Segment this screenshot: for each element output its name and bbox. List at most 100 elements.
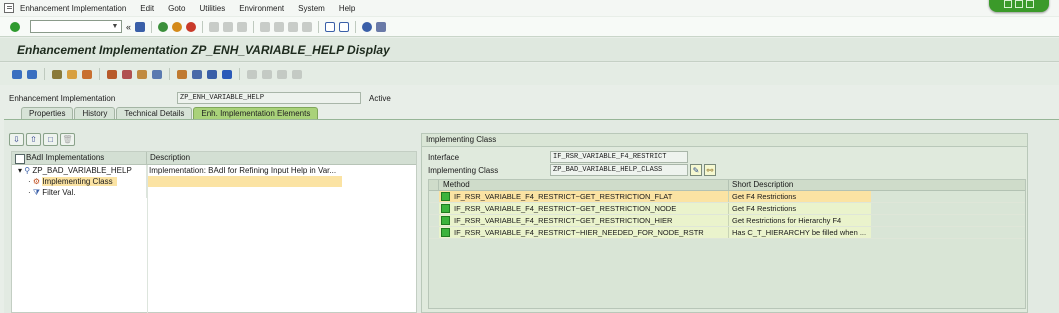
table-row[interactable]: IF_RSR_VARIABLE_F4_RESTRICT~GET_RESTRICT… xyxy=(429,191,1025,203)
exit-icon[interactable] xyxy=(172,21,183,32)
badi-implementations-tree: BAdI Implementations Description ▾ ⚲ ZP_… xyxy=(11,151,417,313)
undo-icon[interactable] xyxy=(292,69,302,79)
method-cell: IF_RSR_VARIABLE_F4_RESTRICT~GET_RESTRICT… xyxy=(439,191,729,202)
tab-enh-implementation-elements[interactable]: Enh. Implementation Elements xyxy=(193,107,319,119)
implementing-class-panel: Implementing Class Interface IF_RSR_VARI… xyxy=(421,133,1028,313)
find-next-icon[interactable] xyxy=(237,21,248,32)
save-icon[interactable] xyxy=(135,21,146,32)
other-object-icon[interactable] xyxy=(82,69,92,79)
method-cell: IF_RSR_VARIABLE_F4_RESTRICT~GET_RESTRICT… xyxy=(439,203,729,214)
object-list-icon[interactable] xyxy=(152,69,162,79)
tree-header: BAdI Implementations Description xyxy=(12,152,416,165)
tree-node-label: Implementing Class xyxy=(42,177,117,186)
row-selector[interactable] xyxy=(429,191,439,202)
implemented-status-icon xyxy=(441,228,450,237)
print-icon[interactable] xyxy=(209,21,220,32)
display-object-list-icon[interactable] xyxy=(207,69,217,79)
find-icon[interactable] xyxy=(223,21,234,32)
table-row[interactable]: IF_RSR_VARIABLE_F4_RESTRICT~GET_RESTRICT… xyxy=(429,215,1025,227)
tree-node-badi: ▾ ⚲ ZP_BAD_VARIABLE_HELP xyxy=(12,165,147,176)
row-selector[interactable] xyxy=(429,203,439,214)
menu-help[interactable]: Help xyxy=(339,4,355,13)
maximize-icon[interactable] xyxy=(1015,0,1023,8)
shortcut-icon[interactable] xyxy=(339,21,350,32)
tab-technical-details[interactable]: Technical Details xyxy=(116,107,193,119)
method-name[interactable]: IF_RSR_VARIABLE_F4_RESTRICT~GET_RESTRICT… xyxy=(454,191,672,202)
check-icon[interactable] xyxy=(107,69,117,79)
menu-utilities[interactable]: Utilities xyxy=(199,4,225,13)
implementing-class-label: Implementing Class xyxy=(428,165,499,175)
tree-column-description[interactable]: Description xyxy=(147,152,416,164)
menu-exit-icon[interactable] xyxy=(4,3,14,13)
chevron-down-icon[interactable]: ▼ xyxy=(110,22,120,31)
display-glasses-icon[interactable]: ⚯ xyxy=(704,164,716,176)
menu-system[interactable]: System xyxy=(298,4,325,13)
hierarchy-icon[interactable] xyxy=(177,69,187,79)
command-field[interactable]: ▼ xyxy=(30,20,122,33)
help-icon[interactable] xyxy=(362,21,373,32)
tree-row-badi[interactable]: ▾ ⚲ ZP_BAD_VARIABLE_HELP Implementation:… xyxy=(12,165,416,176)
tree-node-description xyxy=(147,176,342,187)
next-page-icon[interactable] xyxy=(288,21,299,32)
window-controls xyxy=(989,0,1049,12)
collapse-icon[interactable]: « xyxy=(126,22,131,32)
row-selector[interactable] xyxy=(429,215,439,226)
cut-icon[interactable] xyxy=(247,69,257,79)
expanded-node-icon[interactable]: ▾ xyxy=(18,166,22,175)
previous-page-icon[interactable] xyxy=(274,21,285,32)
active-inactive-icon[interactable] xyxy=(67,69,77,79)
enter-icon[interactable] xyxy=(10,21,20,32)
customize-layout-icon[interactable] xyxy=(376,21,387,32)
delete-button[interactable]: 🗑 xyxy=(60,133,75,146)
menu-edit[interactable]: Edit xyxy=(140,4,154,13)
back-icon[interactable] xyxy=(158,21,169,32)
close-icon[interactable] xyxy=(1026,0,1034,8)
method-name[interactable]: IF_RSR_VARIABLE_F4_RESTRICT~HIER_NEEDED_… xyxy=(454,227,704,238)
first-page-icon[interactable] xyxy=(260,21,271,32)
activate-icon[interactable] xyxy=(122,69,132,79)
row-selector[interactable] xyxy=(429,227,439,238)
tree-node-filter-val: · ⧩ Filter Val. xyxy=(12,187,147,198)
create-button[interactable]: □ xyxy=(43,133,58,146)
back-arrow-icon[interactable] xyxy=(12,69,22,79)
page-title: Enhancement Implementation ZP_ENH_VARIAB… xyxy=(17,42,390,57)
information-icon[interactable] xyxy=(222,69,232,79)
navigation-window-icon[interactable] xyxy=(192,69,202,79)
menu-enhancement-implementation[interactable]: Enhancement Implementation xyxy=(20,4,126,13)
method-description: Get Restrictions for Hierarchy F4 xyxy=(729,215,871,226)
table-row[interactable]: IF_RSR_VARIABLE_F4_RESTRICT~GET_RESTRICT… xyxy=(429,203,1025,215)
tree-row-filter-val[interactable]: · ⧩ Filter Val. xyxy=(12,187,416,198)
toolbar-separator xyxy=(151,20,153,33)
cancel-icon[interactable] xyxy=(186,21,197,32)
application-toolbar xyxy=(0,63,1059,85)
tree-row-implementing-class[interactable]: · ⚙ Implementing Class xyxy=(12,176,416,187)
row-selector-header[interactable] xyxy=(429,180,439,190)
column-short-description[interactable]: Short Description xyxy=(729,180,871,190)
where-used-icon[interactable] xyxy=(137,69,147,79)
method-description: Get F4 Restrictions xyxy=(729,203,871,214)
tab-history[interactable]: History xyxy=(74,107,116,119)
menu-goto[interactable]: Goto xyxy=(168,4,185,13)
menu-environment[interactable]: Environment xyxy=(239,4,284,13)
edit-pencil-icon[interactable]: ✎ xyxy=(690,164,702,176)
implementing-class-value[interactable]: ZP_BAD_VARIABLE_HELP_CLASS xyxy=(550,164,688,176)
implemented-status-icon xyxy=(441,204,450,213)
paste-icon[interactable] xyxy=(277,69,287,79)
column-method[interactable]: Method xyxy=(439,180,729,190)
tab-properties[interactable]: Properties xyxy=(21,107,74,119)
display-change-icon[interactable] xyxy=(52,69,62,79)
collapse-all-button[interactable]: ⇧ xyxy=(26,133,41,146)
forward-arrow-icon[interactable] xyxy=(27,69,37,79)
expand-all-button[interactable]: ⇩ xyxy=(9,133,24,146)
method-name[interactable]: IF_RSR_VARIABLE_F4_RESTRICT~GET_RESTRICT… xyxy=(454,203,676,214)
minimize-icon[interactable] xyxy=(1004,0,1012,8)
new-session-icon[interactable] xyxy=(325,21,336,32)
last-page-icon[interactable] xyxy=(302,21,313,32)
enhancement-implementation-value[interactable]: ZP_ENH_VARIABLE_HELP xyxy=(177,92,361,104)
method-name[interactable]: IF_RSR_VARIABLE_F4_RESTRICT~GET_RESTRICT… xyxy=(454,215,672,226)
interface-value[interactable]: IF_RSR_VARIABLE_F4_RESTRICT xyxy=(550,151,688,163)
tree-node-implementing-class: · ⚙ Implementing Class xyxy=(12,176,147,187)
table-row[interactable]: IF_RSR_VARIABLE_F4_RESTRICT~HIER_NEEDED_… xyxy=(429,227,1025,239)
tree-column-badi-implementations[interactable]: BAdI Implementations xyxy=(12,152,147,164)
copy-icon[interactable] xyxy=(262,69,272,79)
